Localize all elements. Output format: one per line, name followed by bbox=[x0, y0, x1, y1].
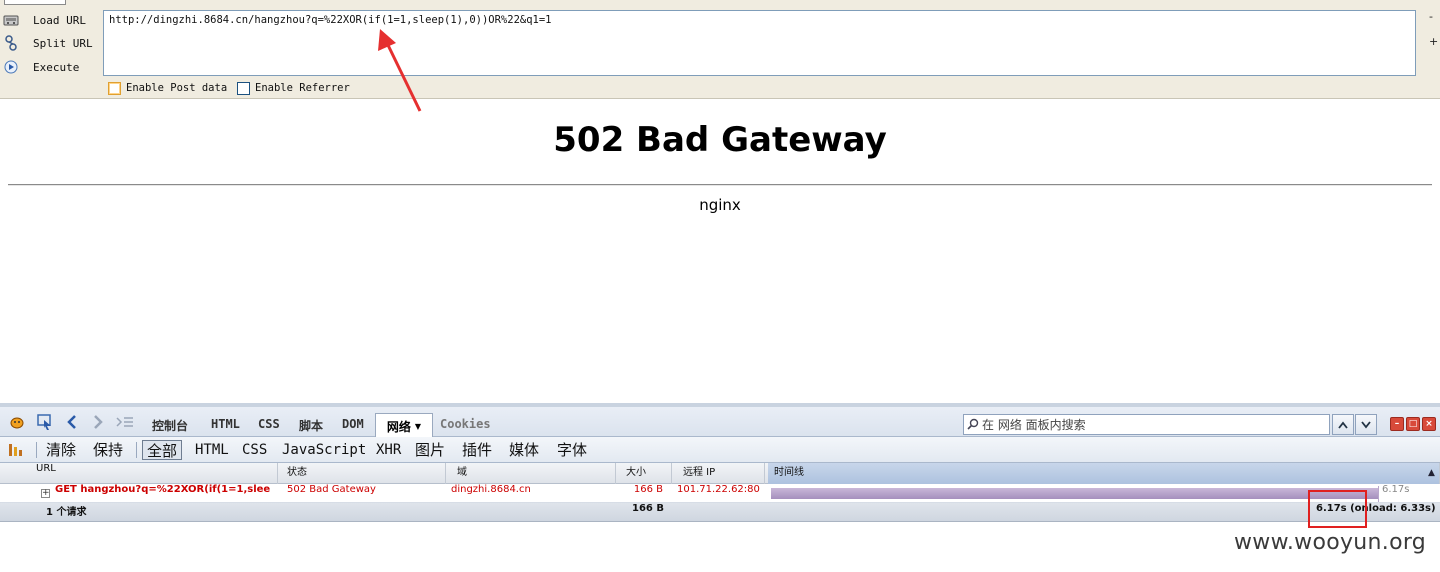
sort-arrow-icon[interactable]: ▲ bbox=[1428, 463, 1435, 484]
filter-html[interactable]: HTML bbox=[195, 440, 229, 460]
firebug-bug-icon[interactable] bbox=[8, 413, 26, 431]
firebug-panel: 控制台 HTML CSS 脚本 DOM 网络 ▼ Cookies – bbox=[0, 403, 1440, 572]
annotation-arrow bbox=[378, 29, 422, 112]
tab-net[interactable]: 网络 ▼ bbox=[375, 413, 433, 438]
enable-post-data-checkbox[interactable]: Enable Post data bbox=[108, 81, 227, 95]
column-url[interactable]: URL bbox=[30, 463, 278, 484]
request-remote-ip: 101.71.22.62:80 bbox=[677, 484, 760, 495]
tab-dom[interactable]: DOM bbox=[342, 417, 364, 431]
net-panel-icon bbox=[8, 442, 24, 462]
split-url-button[interactable]: Split URL bbox=[3, 33, 95, 53]
grow-textarea-button[interactable]: + bbox=[1429, 35, 1438, 48]
filter-media[interactable]: 媒体 bbox=[509, 440, 539, 460]
expand-row-icon[interactable]: + bbox=[41, 489, 50, 498]
hackbar-panel: • SQL XSS Encryption Encoding Other Load… bbox=[0, 0, 1440, 99]
chevron-up-icon bbox=[1338, 421, 1348, 429]
page-divider bbox=[8, 184, 1432, 186]
command-line-icon[interactable] bbox=[116, 413, 134, 431]
net-search-field[interactable] bbox=[963, 414, 1330, 435]
filter-plugins[interactable]: 插件 bbox=[462, 440, 492, 460]
filter-images[interactable]: 图片 bbox=[415, 440, 445, 460]
filter-css[interactable]: CSS bbox=[242, 440, 267, 460]
timeline-bar bbox=[771, 488, 1378, 499]
chevron-down-icon[interactable]: ▼ bbox=[415, 422, 421, 431]
toolbar-separator bbox=[36, 442, 37, 458]
shrink-textarea-button[interactable]: - bbox=[1429, 10, 1433, 23]
search-input[interactable] bbox=[982, 417, 1312, 432]
page-title: 502 Bad Gateway bbox=[553, 120, 887, 160]
hackbar-menu-remnant: • SQL XSS Encryption Encoding Other bbox=[118, 0, 329, 1]
tab-css[interactable]: CSS bbox=[258, 417, 280, 431]
close-icon[interactable]: × bbox=[1422, 417, 1436, 431]
load-url-icon bbox=[3, 12, 19, 28]
persist-button[interactable]: 保持 bbox=[93, 440, 123, 460]
annotation-highlight-box bbox=[1308, 490, 1367, 528]
net-filter-toolbar: 清除 保持 全部 HTML CSS JavaScript XHR 图片 插件 媒… bbox=[0, 437, 1440, 463]
tab-html[interactable]: HTML bbox=[211, 417, 240, 431]
load-url-label: Load URL bbox=[33, 13, 86, 27]
filter-fonts[interactable]: 字体 bbox=[557, 440, 587, 460]
request-status: 502 Bad Gateway bbox=[287, 484, 376, 495]
back-icon[interactable] bbox=[63, 413, 81, 431]
column-timeline[interactable]: 时间线 bbox=[768, 463, 1440, 484]
hackbar-combo-box[interactable] bbox=[4, 0, 66, 5]
detach-icon[interactable]: □ bbox=[1406, 417, 1420, 431]
chevron-down-icon bbox=[1361, 420, 1371, 428]
filter-javascript[interactable]: JavaScript bbox=[282, 440, 366, 460]
split-url-icon bbox=[3, 35, 19, 51]
column-status[interactable]: 状态 bbox=[281, 463, 446, 484]
table-row[interactable]: + GET hangzhou?q=%22XOR(if(1=1,slee 502 … bbox=[0, 484, 1440, 503]
summary-total-size: 166 B bbox=[632, 503, 664, 514]
column-domain[interactable]: 域 bbox=[451, 463, 616, 484]
load-url-button[interactable]: Load URL bbox=[3, 10, 95, 30]
column-size[interactable]: 大小 bbox=[620, 463, 672, 484]
execute-icon bbox=[3, 59, 19, 75]
search-prev-button[interactable] bbox=[1332, 414, 1354, 435]
tab-net-label: 网络 bbox=[386, 419, 411, 434]
inspect-icon[interactable] bbox=[36, 413, 54, 431]
net-summary-row: 1 个请求 166 B 6.17s (onload: 6.33s) bbox=[0, 503, 1440, 522]
screenshot-root: • SQL XSS Encryption Encoding Other Load… bbox=[0, 0, 1440, 572]
execute-label: Execute bbox=[33, 60, 80, 74]
search-next-button[interactable] bbox=[1355, 414, 1377, 435]
request-domain: dingzhi.8684.cn bbox=[451, 484, 531, 495]
server-name: nginx bbox=[699, 196, 741, 214]
tab-console[interactable]: 控制台 bbox=[152, 417, 188, 434]
forward-icon[interactable] bbox=[89, 413, 107, 431]
request-time: 6.17s bbox=[1382, 484, 1410, 495]
tab-cookies[interactable]: Cookies bbox=[440, 417, 491, 431]
enable-referrer-checkbox[interactable]: Enable Referrer bbox=[237, 81, 350, 95]
toolbar-separator bbox=[136, 442, 137, 458]
minimize-icon[interactable]: – bbox=[1390, 417, 1404, 431]
tab-script[interactable]: 脚本 bbox=[299, 417, 323, 434]
column-remote-ip[interactable]: 远程 IP bbox=[677, 463, 765, 484]
watermark: www.wooyun.org bbox=[1234, 530, 1427, 555]
request-size: 166 B bbox=[633, 484, 663, 495]
clear-button[interactable]: 清除 bbox=[46, 440, 76, 460]
url-textarea[interactable]: http://dingzhi.8684.cn/hangzhou?q=%22XOR… bbox=[103, 10, 1416, 76]
execute-button[interactable]: Execute bbox=[3, 57, 95, 77]
split-url-label: Split URL bbox=[33, 36, 93, 50]
filter-all[interactable]: 全部 bbox=[142, 440, 183, 460]
summary-request-count: 1 个请求 bbox=[46, 507, 87, 518]
referrer-checkbox-label: Enable Referrer bbox=[255, 82, 350, 94]
referrer-checkbox-box[interactable] bbox=[237, 81, 250, 95]
net-column-headers: URL 状态 域 大小 远程 IP 时间线 ▲ bbox=[0, 463, 1440, 484]
post-data-checkbox-label: Enable Post data bbox=[126, 82, 228, 94]
post-data-checkbox-box[interactable] bbox=[108, 81, 121, 95]
request-url[interactable]: GET hangzhou?q=%22XOR(if(1=1,slee bbox=[55, 484, 270, 503]
filter-xhr[interactable]: XHR bbox=[376, 440, 401, 460]
search-icon bbox=[967, 415, 979, 434]
firebug-main-toolbar: 控制台 HTML CSS 脚本 DOM 网络 ▼ Cookies – bbox=[0, 403, 1440, 438]
